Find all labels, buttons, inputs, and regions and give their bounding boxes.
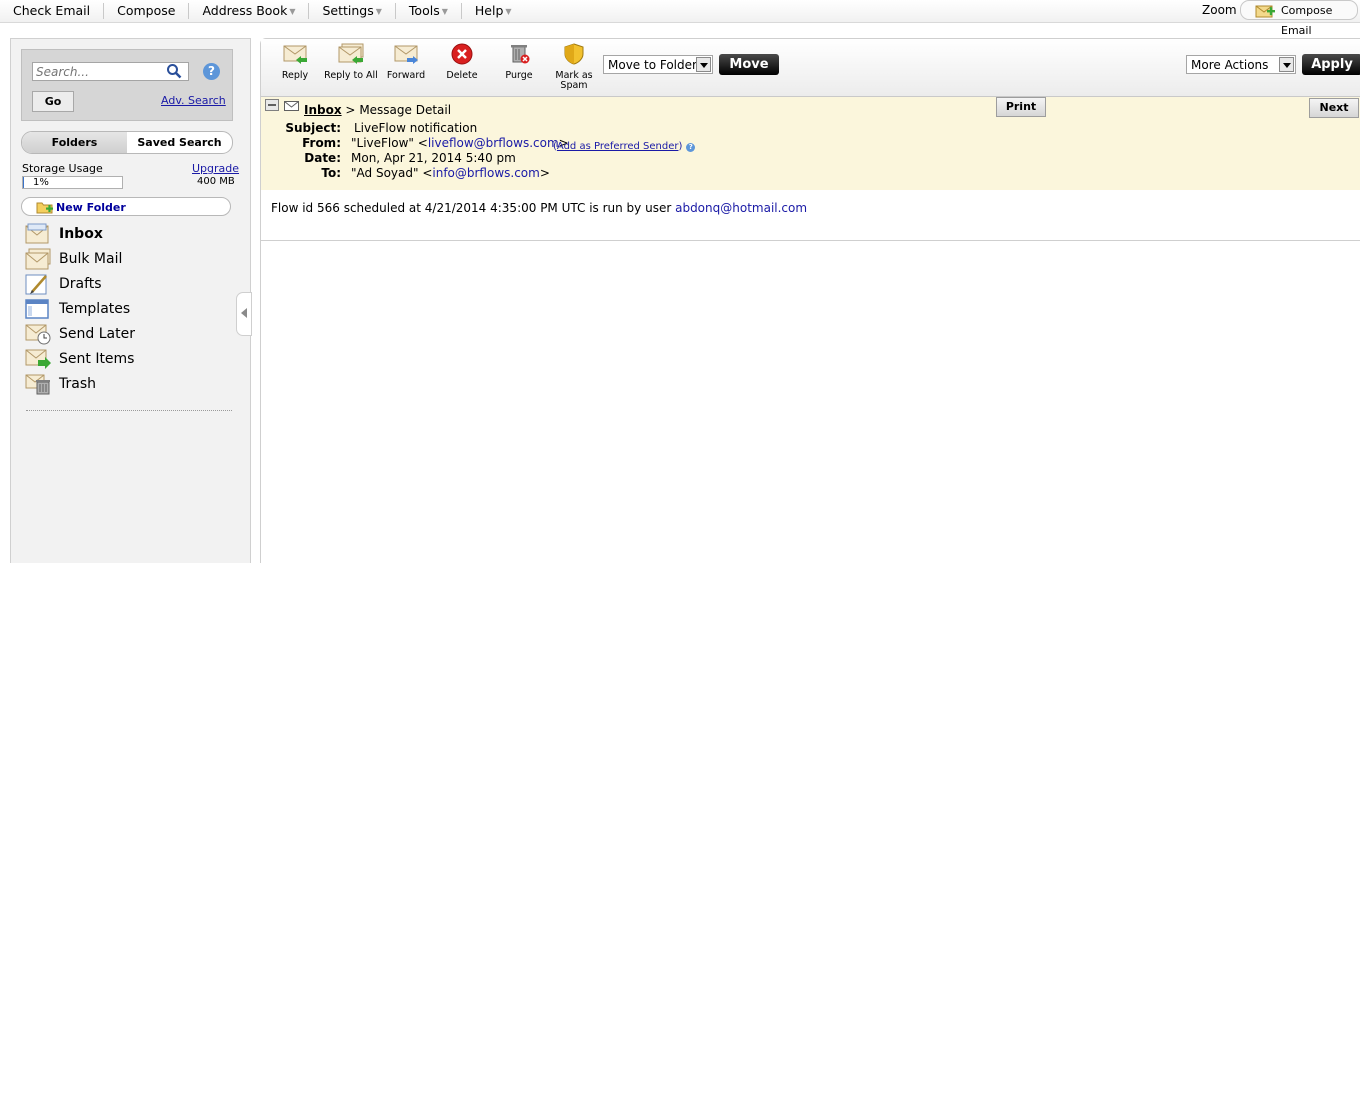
- breadcrumb: Inbox > Message Detail: [304, 103, 451, 117]
- sidebar-divider: [26, 410, 232, 411]
- bulk-mail-icon: [25, 248, 51, 269]
- from-label: From:: [302, 136, 341, 150]
- sidebar-item-drafts[interactable]: Drafts: [24, 271, 234, 296]
- reply-button[interactable]: Reply: [267, 43, 323, 81]
- menu-settings[interactable]: Settings ▼: [309, 3, 396, 19]
- message-panel: Reply Reply to All Forward Delete Purge …: [260, 38, 1360, 563]
- upgrade-link[interactable]: Upgrade: [192, 162, 239, 175]
- sent-items-icon: [25, 349, 51, 369]
- breadcrumb-inbox-link[interactable]: Inbox: [304, 103, 342, 117]
- chevron-down-icon: ▼: [289, 7, 296, 16]
- to-label: To:: [321, 166, 341, 180]
- new-folder-icon: [36, 202, 53, 214]
- sidebar-item-inbox[interactable]: Inbox: [24, 221, 234, 246]
- menu-address-book[interactable]: Address Book ▼: [189, 3, 310, 19]
- next-button[interactable]: Next: [1309, 98, 1359, 118]
- sidebar-item-send-later[interactable]: Send Later: [24, 321, 234, 346]
- move-button[interactable]: Move: [719, 54, 779, 75]
- adv-search-link[interactable]: Adv. Search: [161, 94, 226, 107]
- sidebar-item-templates[interactable]: Templates: [24, 296, 234, 321]
- menu-help[interactable]: Help ▼: [462, 3, 525, 19]
- message-toolbar: Reply Reply to All Forward Delete Purge …: [261, 39, 1360, 97]
- menu-tools[interactable]: Tools ▼: [396, 3, 462, 19]
- dropdown-arrow-icon: [1279, 57, 1294, 72]
- tab-saved-search[interactable]: Saved Search: [127, 132, 232, 153]
- chevron-down-icon: ▼: [441, 7, 448, 16]
- subject-value: LiveFlow notification: [354, 121, 478, 135]
- drafts-icon: [25, 274, 47, 294]
- add-preferred-sender-link[interactable]: Add as Preferred Sender: [557, 141, 679, 152]
- collapse-sidebar-handle[interactable]: [236, 292, 252, 336]
- chevron-left-icon: [241, 308, 247, 318]
- reply-all-icon: [338, 43, 364, 64]
- help-icon[interactable]: ?: [203, 63, 220, 80]
- help-icon[interactable]: ?: [686, 143, 696, 152]
- folder-list: Inbox Bulk Mail Drafts Templates Send La…: [24, 221, 234, 396]
- send-later-icon: [25, 324, 51, 344]
- delete-button[interactable]: Delete: [434, 43, 490, 81]
- subject-label: Subject:: [285, 121, 341, 135]
- sidebar-item-bulk-mail[interactable]: Bulk Mail: [24, 246, 234, 271]
- compose-email-button[interactable]: Compose Email: [1240, 0, 1358, 37]
- envelope-icon: [284, 101, 299, 111]
- sidebar-item-sent-items[interactable]: Sent Items: [24, 346, 234, 371]
- sidebar-item-trash[interactable]: Trash: [24, 371, 234, 396]
- print-button[interactable]: Print: [996, 97, 1046, 117]
- date-value: Mon, Apr 21, 2014 5:40 pm: [351, 151, 516, 165]
- from-value: "LiveFlow" <liveflow@brflows.com>: [351, 136, 569, 150]
- storage-progress-fill: [23, 177, 24, 188]
- move-to-folder-select[interactable]: Move to Folder: [603, 55, 713, 74]
- message-header: Inbox > Message Detail Print Next Subjec…: [261, 97, 1360, 190]
- forward-icon: [394, 45, 418, 64]
- reply-icon: [283, 45, 307, 64]
- tab-folders[interactable]: Folders: [22, 132, 127, 153]
- new-folder-button[interactable]: New Folder: [21, 197, 231, 216]
- templates-icon: [25, 298, 49, 319]
- chevron-down-icon: ▼: [505, 7, 512, 16]
- add-preferred-sender: (Add as Preferred Sender) ?: [553, 138, 696, 152]
- message-body: Flow id 566 scheduled at 4/21/2014 4:35:…: [271, 201, 808, 215]
- apply-button[interactable]: Apply: [1302, 54, 1360, 75]
- trash-icon: [25, 374, 50, 394]
- storage-progress-bar: 1%: [22, 176, 123, 189]
- storage-usage-label: Storage Usage: [22, 162, 103, 175]
- from-email-link[interactable]: liveflow@brflows.com: [428, 136, 559, 150]
- sidebar: ? Go Adv. Search Folders Saved Search St…: [10, 38, 251, 563]
- body-email-link[interactable]: abdonq@hotmail.com: [675, 201, 807, 215]
- zoom-label[interactable]: Zoom: [1202, 3, 1237, 17]
- menu-check-email[interactable]: Check Email: [0, 3, 105, 19]
- to-email-link[interactable]: info@brflows.com: [432, 166, 539, 180]
- breadcrumb-separator: >: [345, 103, 356, 117]
- date-label: Date:: [304, 151, 341, 165]
- storage-percent: 1%: [33, 177, 49, 188]
- purge-icon: [511, 45, 530, 64]
- search-panel: ? Go Adv. Search: [21, 49, 233, 121]
- top-menu-bar: Check Email Compose Address Book ▼ Settin…: [0, 0, 1360, 37]
- body-divider: [261, 240, 1360, 241]
- menu-compose[interactable]: Compose: [104, 3, 190, 19]
- forward-button[interactable]: Forward: [378, 43, 434, 81]
- inbox-icon: [25, 223, 49, 243]
- breadcrumb-current: Message Detail: [359, 103, 452, 117]
- purge-button[interactable]: Purge: [491, 43, 547, 81]
- reply-all-button[interactable]: Reply to All: [323, 43, 379, 81]
- storage-total: 400 MB: [197, 176, 235, 187]
- to-value: "Ad Soyad" <info@brflows.com>: [351, 166, 550, 180]
- main-menu: Check Email Compose Address Book ▼ Settin…: [0, 0, 525, 22]
- more-actions-select[interactable]: More Actions: [1186, 55, 1296, 74]
- chevron-down-icon: ▼: [375, 7, 382, 16]
- search-icon[interactable]: [166, 63, 182, 79]
- compose-envelope-icon: [1255, 5, 1275, 18]
- collapse-header-icon[interactable]: [265, 99, 279, 111]
- mark-as-spam-button[interactable]: Mark as Spam: [546, 43, 602, 91]
- folder-tabs: Folders Saved Search: [21, 131, 233, 154]
- go-button[interactable]: Go: [32, 91, 74, 112]
- spam-shield-icon: [564, 43, 584, 65]
- dropdown-arrow-icon: [696, 57, 711, 72]
- delete-icon: [451, 43, 473, 65]
